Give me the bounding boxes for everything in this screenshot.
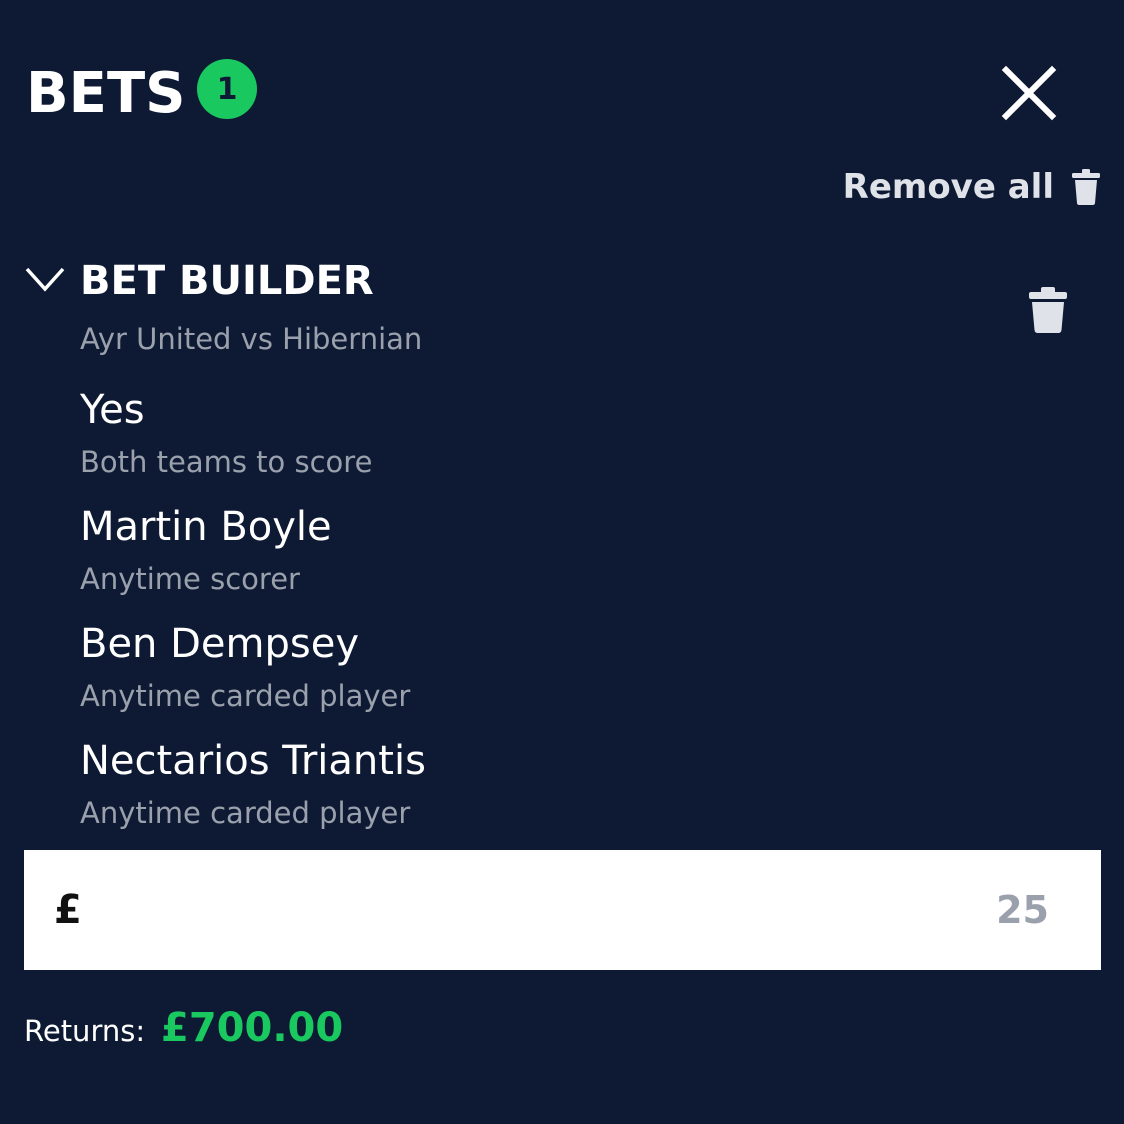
trash-icon [1029, 287, 1067, 333]
match-name: Ayr United vs Hibernian [80, 322, 423, 356]
selection-market: Anytime scorer [80, 562, 300, 596]
bet-builder-title: BET BUILDER [80, 258, 374, 304]
returns-label: Returns: [24, 1014, 146, 1048]
page-title: BETS [26, 61, 186, 126]
returns-value: £700.00 [161, 1005, 344, 1051]
selection-name: Yes [80, 387, 145, 433]
selection-market: Anytime carded player [80, 796, 411, 830]
currency-symbol: £ [54, 887, 82, 933]
selection-name: Nectarios Triantis [80, 738, 426, 784]
delete-bet-button[interactable] [1028, 287, 1068, 333]
selection-name: Ben Dempsey [80, 621, 360, 667]
close-button[interactable] [996, 60, 1062, 126]
remove-all-button[interactable]: Remove all [843, 166, 1100, 208]
remove-all-label: Remove all [842, 167, 1054, 207]
chevron-down-icon [25, 267, 65, 292]
selection-name: Martin Boyle [80, 504, 332, 550]
collapse-toggle[interactable] [24, 264, 66, 294]
close-icon [1001, 65, 1057, 121]
stake-value: 25 [996, 888, 1049, 932]
trash-icon [1072, 169, 1100, 205]
bet-count-badge: 1 [197, 59, 257, 119]
stake-input[interactable]: £ 25 [24, 850, 1101, 970]
selection-market: Both teams to score [80, 445, 373, 479]
selection-market: Anytime carded player [80, 679, 411, 713]
